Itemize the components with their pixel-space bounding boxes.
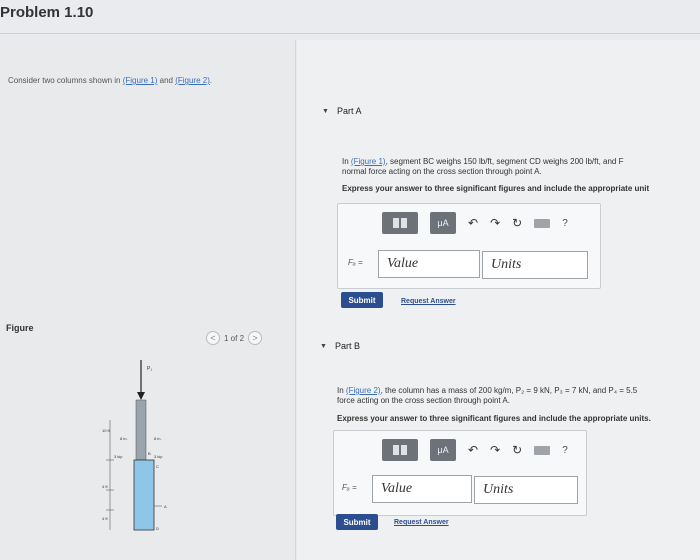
- point-label-d: D: [156, 526, 159, 531]
- part-a-value-field[interactable]: Value: [378, 250, 480, 278]
- figure-2-link[interactable]: (Figure 2): [175, 76, 210, 85]
- part-a-request-answer-link[interactable]: Request Answer: [401, 298, 456, 305]
- part-a-caret-icon: ▼: [322, 107, 329, 115]
- load-label-right: 3 kip: [154, 454, 163, 459]
- part-b-problem-text: In (Figure 2), the column has a mass of …: [337, 386, 638, 405]
- prev-figure-button[interactable]: <: [206, 331, 220, 345]
- keyboard-icon[interactable]: [534, 218, 551, 228]
- point-label-c: C: [156, 464, 159, 469]
- part-a-answer-box: μA ↶ ↷ ↻ ? Fₐ = Value Units: [337, 203, 601, 289]
- dim-label-lower2: 4 ft: [102, 516, 108, 521]
- part-b-var-label: Fₐ =: [342, 483, 357, 492]
- part-b-instruction: Express your answer to three significant…: [337, 414, 651, 423]
- part-b-request-answer-link[interactable]: Request Answer: [394, 519, 449, 526]
- pager-text: 1 of 2: [224, 333, 245, 343]
- figure-1-link[interactable]: (Figure 1): [123, 76, 158, 85]
- title-divider: [0, 33, 700, 34]
- dim-label-lower1: 4 ft: [102, 484, 108, 489]
- part-a-var-label: Fₐ =: [348, 258, 363, 267]
- part-b-value-field[interactable]: Value: [372, 475, 472, 503]
- units-mu-button[interactable]: μA: [430, 212, 456, 234]
- part-b-figure-link[interactable]: (Figure 2): [346, 386, 381, 395]
- point-label-a: A: [164, 504, 167, 509]
- part-a-title: Part A: [336, 106, 362, 116]
- next-figure-button[interactable]: >: [248, 331, 263, 345]
- load-arrow-top: [137, 360, 145, 400]
- figure-label: Figure: [6, 323, 34, 333]
- dim-label-top: 10 ft: [102, 428, 111, 433]
- load-label-left: 3 kip: [114, 454, 123, 459]
- templates-button[interactable]: [382, 212, 418, 234]
- reset-icon[interactable]: ↻: [512, 443, 522, 457]
- templates-button[interactable]: [382, 439, 418, 461]
- redo-icon[interactable]: ↷: [490, 443, 500, 457]
- dim-label-right: 8 in.: [154, 436, 162, 441]
- part-b-caret-icon: ▼: [320, 342, 327, 350]
- load-label-p1: P₁: [147, 366, 152, 372]
- part-b-submit-button[interactable]: Submit: [336, 514, 378, 530]
- column-figure: P₁ 10 ft 8 in. 8 in. 3 kip 3 kip B C A D…: [102, 360, 167, 531]
- reset-icon[interactable]: ↻: [512, 216, 522, 230]
- part-a-submit-button[interactable]: Submit: [341, 292, 383, 308]
- intro-text: Consider two columns shown in (Figure 1)…: [8, 76, 213, 85]
- figure-pager: < 1 of 2 >: [206, 331, 263, 345]
- undo-icon[interactable]: ↶: [468, 216, 478, 230]
- part-a-figure-link[interactable]: (Figure 1): [351, 157, 386, 166]
- part-b-header[interactable]: ▼ Part B: [320, 341, 360, 351]
- part-a-problem-text: In (Figure 1), segment BC weighs 150 lb/…: [342, 157, 624, 176]
- point-label-b: B: [148, 451, 151, 456]
- keyboard-icon[interactable]: [534, 445, 551, 455]
- part-b-units-field[interactable]: Units: [474, 476, 578, 504]
- part-b-toolbar: μA ↶ ↷ ↻ ?: [382, 439, 568, 461]
- help-button[interactable]: ?: [562, 445, 568, 456]
- lower-column: [133, 459, 155, 531]
- undo-icon[interactable]: ↶: [468, 443, 478, 457]
- units-mu-button[interactable]: μA: [430, 439, 456, 461]
- part-a-units-field[interactable]: Units: [482, 251, 588, 279]
- page-title: Problem 1.10: [0, 4, 94, 21]
- dim-label-mid: 8 in.: [120, 436, 128, 441]
- part-a-header[interactable]: ▼ Part A: [322, 106, 361, 116]
- upper-column: [135, 399, 147, 461]
- part-b-title: Part B: [334, 341, 360, 351]
- part-a-instruction: Express your answer to three significant…: [342, 184, 650, 193]
- help-button[interactable]: ?: [562, 218, 568, 229]
- redo-icon[interactable]: ↷: [490, 216, 500, 230]
- part-b-answer-box: μA ↶ ↷ ↻ ? Fₐ = Value Units: [333, 430, 587, 516]
- part-a-toolbar: μA ↶ ↷ ↻ ?: [382, 212, 568, 234]
